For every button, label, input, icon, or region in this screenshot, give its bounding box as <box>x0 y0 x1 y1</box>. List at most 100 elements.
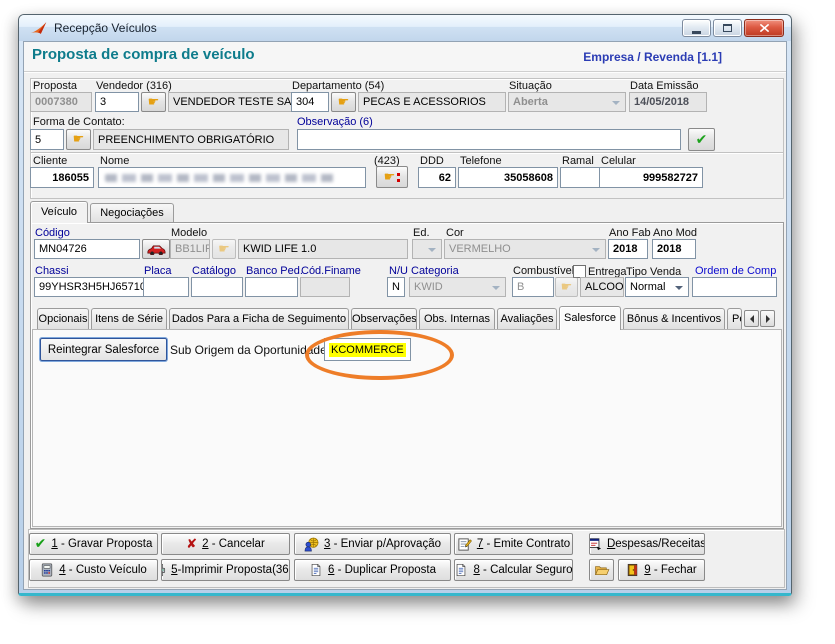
document-icon <box>311 563 321 577</box>
reintegrar-salesforce-button[interactable]: Reintegrar Salesforce <box>40 338 167 361</box>
subtab-truncated[interactable]: Pe <box>727 308 742 329</box>
combustivel-code-input[interactable]: B <box>512 277 554 297</box>
chevron-down-icon <box>428 248 436 252</box>
ordem-compra-input[interactable] <box>692 277 777 297</box>
forma-contato-name-display: PREENCHIMENTO OBRIGATÓRIO <box>93 129 289 150</box>
maximize-button[interactable] <box>713 19 742 37</box>
ddd-label: DDD <box>420 155 444 167</box>
open-folder-button[interactable] <box>589 559 614 581</box>
vendedor-label: Vendedor (316) <box>96 80 172 92</box>
ddd-input[interactable]: 62 <box>418 167 456 188</box>
subtab-dados-ficha-seguimento[interactable]: Dados Para a Ficha de Seguimento <box>169 308 349 329</box>
custo-veiculo-button[interactable]: 4 - Custo Veículo <box>29 559 158 581</box>
subtab-obs-internas[interactable]: Obs. Internas <box>419 308 495 329</box>
redacted-name-blur <box>105 173 337 182</box>
banco-ped-label: Banco Ped. <box>246 265 303 277</box>
banco-ped-input[interactable] <box>245 277 298 297</box>
ano-fab-input[interactable]: 2018 <box>608 239 648 259</box>
cor-combo: VERMELHO <box>444 239 606 259</box>
tab-negociacoes[interactable]: Negociações <box>90 203 174 223</box>
proposta-field: 0007380 <box>30 92 92 112</box>
subtab-salesforce[interactable]: Salesforce <box>559 306 621 330</box>
chevron-down-icon <box>492 286 500 290</box>
emite-contrato-button[interactable]: 7 - Emite Contrato <box>454 533 573 555</box>
button-label: 3 - Enviar p/Aprovação <box>324 538 441 550</box>
combustivel-lookup-button-disabled: ☛ <box>555 277 578 297</box>
printer-icon <box>162 563 166 577</box>
combustivel-label: Combustível <box>513 265 575 277</box>
imprimir-proposta-button[interactable]: 5-Imprimir Proposta(363) <box>161 559 290 581</box>
titlebar[interactable]: Recepção Veículos <box>19 15 791 41</box>
modelo-name-display: KWID LIFE 1.0 <box>238 239 408 259</box>
subtab-scroll-left-button[interactable] <box>744 310 759 327</box>
calculator-icon <box>42 563 53 577</box>
situacao-combo: Aberta <box>508 92 626 112</box>
ed-combo <box>412 239 442 259</box>
subtab-opcionais[interactable]: Opcionais <box>37 308 89 329</box>
fechar-button[interactable]: 9 - Fechar <box>618 559 705 581</box>
departamento-lookup-button[interactable]: ☛ <box>331 92 356 112</box>
sub-origem-input[interactable]: KCOMMERCE <box>324 338 411 361</box>
chassi-label: Chassi <box>35 265 69 277</box>
despesas-receitas-button[interactable]: Despesas/Receitas <box>589 533 705 555</box>
tipo-venda-combo[interactable]: Normal <box>625 277 689 297</box>
enviar-aprovacao-button[interactable]: 3 - Enviar p/Aprovação <box>294 533 451 555</box>
maximize-icon <box>723 24 732 32</box>
duplicar-proposta-button[interactable]: 6 - Duplicar Proposta <box>294 559 451 581</box>
confirm-observacao-button[interactable]: ✔ <box>688 128 715 151</box>
departamento-name-display: PECAS E ACESSORIOS <box>358 92 506 112</box>
button-label: 9 - Fechar <box>644 564 697 576</box>
app-window: Recepção Veículos Proposta de compra de … <box>18 14 792 596</box>
forma-contato-lookup-button[interactable]: ☛ <box>66 129 91 150</box>
close-icon <box>759 24 769 32</box>
tab-veiculo[interactable]: Veículo <box>30 201 88 223</box>
close-button[interactable] <box>744 19 784 37</box>
gravar-proposta-button[interactable]: ✔ 1 - Gravar Proposta <box>29 533 158 555</box>
red-dots-icon <box>397 172 401 182</box>
nome-label: Nome <box>100 155 130 167</box>
calcular-seguro-button[interactable]: 8 - Calcular Seguro <box>454 559 573 581</box>
subtab-avaliacoes[interactable]: Avaliações <box>497 308 557 329</box>
document-icon <box>457 563 466 577</box>
placa-label: Placa <box>144 265 172 277</box>
ramal-input[interactable] <box>560 167 600 188</box>
data-emissao-field: 14/05/2018 <box>629 92 707 112</box>
cliente-code-input[interactable]: 186055 <box>30 167 94 188</box>
car-lookup-button[interactable] <box>142 239 170 259</box>
observacao-input[interactable] <box>297 129 681 150</box>
nu-input[interactable]: N <box>387 277 405 297</box>
cliente-label: Cliente <box>33 155 68 167</box>
vendedor-lookup-button[interactable]: ☛ <box>141 92 166 112</box>
data-emissao-label: Data Emissão <box>630 80 699 92</box>
modelo-label: Modelo <box>171 227 208 239</box>
subtab-observacoes[interactable]: Observações <box>351 308 417 329</box>
codigo-input[interactable]: MN04726 <box>34 239 140 259</box>
subtab-itens-de-serie[interactable]: Itens de Série <box>91 308 167 329</box>
departamento-code-input[interactable]: 304 <box>291 92 329 112</box>
nome-input[interactable] <box>98 167 366 188</box>
catalogo-input[interactable] <box>191 277 243 297</box>
button-label: Despesas/Receitas <box>606 538 705 550</box>
exit-door-icon <box>628 563 638 577</box>
vendedor-code-input[interactable]: 3 <box>95 92 139 112</box>
ledger-icon <box>590 538 602 551</box>
cancelar-button[interactable]: ✘ 2 - Cancelar <box>161 533 290 555</box>
window-title: Recepção Veículos <box>54 21 157 35</box>
chevron-down-icon <box>612 101 620 105</box>
subtab-bonus-incentivos[interactable]: Bônus & Incentivos <box>623 308 725 329</box>
telefone-input[interactable]: 35058608 <box>458 167 558 188</box>
forma-contato-code-input[interactable]: 5 <box>30 129 64 150</box>
minimize-button[interactable] <box>682 19 711 37</box>
arrow-left-icon <box>749 314 754 323</box>
sub-origem-label: Sub Origem da Oportunidade <box>170 343 327 357</box>
ano-mod-input[interactable]: 2018 <box>652 239 696 259</box>
celular-label: Celular <box>601 155 636 167</box>
client-area: Proposta de compra de veículo Empresa / … <box>23 41 787 590</box>
cor-label: Cor <box>446 227 464 239</box>
celular-input[interactable]: 999582727 <box>599 167 703 188</box>
subtab-scroll-right-button[interactable] <box>760 310 775 327</box>
cliente-lookup-button[interactable]: ☛ <box>376 166 408 188</box>
contract-icon <box>458 537 472 551</box>
chassi-input[interactable]: 99YHSR3H5HJ657105 <box>34 277 144 297</box>
placa-input[interactable] <box>143 277 189 297</box>
